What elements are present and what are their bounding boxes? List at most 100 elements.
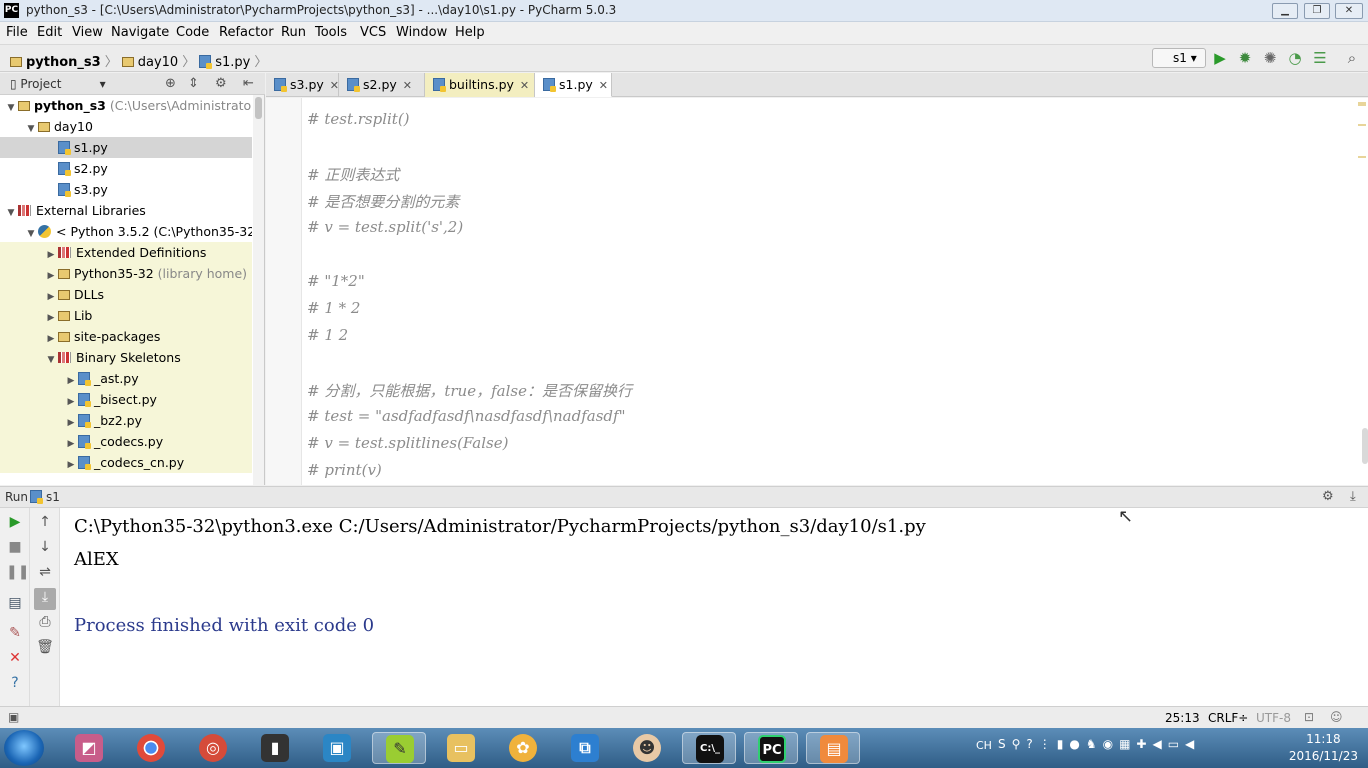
line-separator[interactable]: CRLF÷ (1208, 711, 1248, 725)
tree-item[interactable]: ▶ _bisect.py (0, 389, 252, 410)
profile-icon[interactable]: ◔ (1287, 50, 1303, 66)
expand-arrow-icon[interactable]: ▼ (24, 119, 38, 137)
taskbar-cmd[interactable]: C:\_ (682, 732, 736, 764)
inspector-icon[interactable]: ☺ (1330, 710, 1343, 724)
taskbar-app-4[interactable]: ▮ (248, 732, 302, 764)
pause-icon[interactable]: ❚❚ (6, 563, 29, 581)
collapse-arrow-icon[interactable]: ▶ (44, 245, 58, 263)
breadcrumb-project[interactable]: python_s3 (26, 55, 101, 70)
search-icon[interactable]: ⌕ (1344, 50, 1360, 66)
collapse-arrow-icon[interactable]: ▶ (44, 329, 58, 347)
trash-icon[interactable]: 🗑 (36, 638, 54, 656)
tab-s1[interactable]: s1.py ✕ (535, 73, 612, 97)
taskbar-app-9[interactable]: ⧉ (558, 732, 612, 764)
coverage-icon[interactable]: ✺ (1262, 50, 1278, 66)
tree-item[interactable]: ▼ External Libraries (0, 200, 252, 221)
breadcrumb-file[interactable]: s1.py (215, 55, 250, 70)
concurrency-icon[interactable]: ☰ (1312, 50, 1328, 66)
taskbar-notepad[interactable]: ✎ (372, 732, 426, 764)
tree-item[interactable]: ▼ python_s3 (C:\Users\Administrator\ (0, 95, 252, 116)
gear-icon[interactable]: ⚙ (1322, 489, 1334, 504)
menu-navigate[interactable]: Navigate (111, 25, 169, 40)
up-icon[interactable]: ↑ (36, 513, 54, 531)
file-encoding[interactable]: UTF-8 (1256, 711, 1291, 725)
collapse-arrow-icon[interactable]: ▶ (64, 371, 78, 389)
collapse-arrow-icon[interactable]: ▶ (64, 392, 78, 410)
down-icon[interactable]: ↓ (36, 538, 54, 556)
tool-windows-icon[interactable]: ▣ (8, 710, 19, 724)
tree-item[interactable]: ▼ day10 (0, 116, 252, 137)
restore-button[interactable]: ❐ (1304, 3, 1330, 19)
menu-code[interactable]: Code (176, 25, 209, 40)
tree-item[interactable]: s1.py (0, 137, 252, 158)
help-icon[interactable]: ? (6, 674, 24, 692)
run-config-select[interactable]: s1 ▾ (1152, 48, 1206, 68)
taskbar-app-10[interactable]: ☻ (620, 732, 674, 764)
editor-scroll-thumb[interactable] (1362, 428, 1368, 464)
ime-indicator[interactable]: CH (976, 739, 992, 752)
tree-item[interactable]: s2.py (0, 158, 252, 179)
system-tray-icons[interactable]: S⚲?⋮▮●♞◉▦✚◀▭◀ (998, 737, 1200, 751)
close-tab-icon[interactable]: ✕ (599, 79, 608, 92)
taskbar-app-1[interactable]: ◩ (62, 732, 116, 764)
taskbar-pycharm[interactable]: PC (744, 732, 798, 764)
taskbar-app-13[interactable]: ▤ (806, 732, 860, 764)
tree-item[interactable]: ▶ _bz2.py (0, 410, 252, 431)
menu-run[interactable]: Run (281, 25, 306, 40)
run-icon[interactable]: ▶ (1212, 50, 1228, 66)
tree-item[interactable]: ▶ _codecs.py (0, 431, 252, 452)
layout-icon[interactable]: ▤ (6, 594, 24, 612)
hide-panel-icon[interactable]: ⤓ (1350, 489, 1356, 504)
hide-panel-icon[interactable]: ⇤ (243, 76, 254, 91)
tab-s2[interactable]: s2.py ✕ (339, 73, 425, 97)
close-tab-icon[interactable]: ✕ (520, 79, 529, 92)
lock-icon[interactable]: ⊡ (1304, 710, 1314, 724)
pin-icon[interactable]: ✎ (6, 624, 24, 642)
stop-icon[interactable]: ■ (6, 538, 24, 556)
menu-vcs[interactable]: VCS (360, 25, 386, 40)
tree-item[interactable]: ▼ < Python 3.5.2 (C:\Python35-32\p (0, 221, 252, 242)
taskbar-clock[interactable]: 11:18 2016/11/23 (1289, 731, 1358, 765)
collapse-arrow-icon[interactable]: ▶ (64, 455, 78, 473)
taskbar-app-5[interactable]: ▣ (310, 732, 364, 764)
taskbar-chrome[interactable] (124, 732, 178, 764)
scroll-to-end-icon[interactable]: ⤓ (34, 588, 56, 610)
gear-icon[interactable]: ⚙ (215, 76, 227, 91)
expand-arrow-icon[interactable]: ▼ (24, 224, 38, 242)
menu-file[interactable]: File (6, 25, 28, 40)
expand-arrow-icon[interactable]: ▼ (4, 203, 18, 221)
caret-position[interactable]: 25:13 (1165, 711, 1200, 725)
expand-arrow-icon[interactable]: ▼ (4, 98, 18, 116)
collapse-arrow-icon[interactable]: ▶ (44, 266, 58, 284)
minimize-button[interactable]: ▁ (1272, 3, 1298, 19)
collapse-arrow-icon[interactable]: ▶ (64, 434, 78, 452)
close-button[interactable]: ✕ (1335, 3, 1363, 19)
soft-wrap-icon[interactable]: ⇌ (36, 563, 54, 581)
rerun-icon[interactable]: ▶ (6, 513, 24, 531)
tree-item[interactable]: ▶ site-packages (0, 326, 252, 347)
menu-help[interactable]: Help (455, 25, 485, 40)
tab-builtins[interactable]: builtins.py ✕ (425, 73, 535, 97)
tree-item[interactable]: ▶ Python35-32 (library home) (0, 263, 252, 284)
tree-item[interactable]: ▶ Lib (0, 305, 252, 326)
menu-refactor[interactable]: Refactor (219, 25, 274, 40)
windows-start-button[interactable] (4, 730, 44, 766)
close-icon[interactable]: ✕ (6, 649, 24, 667)
code-editor[interactable]: # test.rsplit() # 正则表达式 # 是否想要分割的元素 # v = t… (266, 98, 1368, 485)
project-view-select[interactable]: ▯ Project ▾ (10, 77, 106, 91)
breadcrumb-folder[interactable]: day10 (138, 55, 178, 70)
debug-icon[interactable]: ✹ (1237, 50, 1253, 66)
taskbar-explorer[interactable]: ▭ (434, 732, 488, 764)
run-tab[interactable]: s1 (30, 490, 60, 504)
expand-arrow-icon[interactable]: ▼ (44, 350, 58, 368)
menu-tools[interactable]: Tools (315, 25, 347, 40)
tree-item[interactable]: ▶ _codecs_cn.py (0, 452, 252, 473)
tree-item[interactable]: ▼ Binary Skeletons (0, 347, 252, 368)
menu-window[interactable]: Window (396, 25, 447, 40)
tree-item[interactable]: ▶ Extended Definitions (0, 242, 252, 263)
tree-scrollbar[interactable] (253, 95, 264, 485)
tree-item[interactable]: ▶ _ast.py (0, 368, 252, 389)
collapse-arrow-icon[interactable]: ▶ (44, 308, 58, 326)
close-tab-icon[interactable]: ✕ (330, 79, 339, 92)
menu-edit[interactable]: Edit (37, 25, 62, 40)
